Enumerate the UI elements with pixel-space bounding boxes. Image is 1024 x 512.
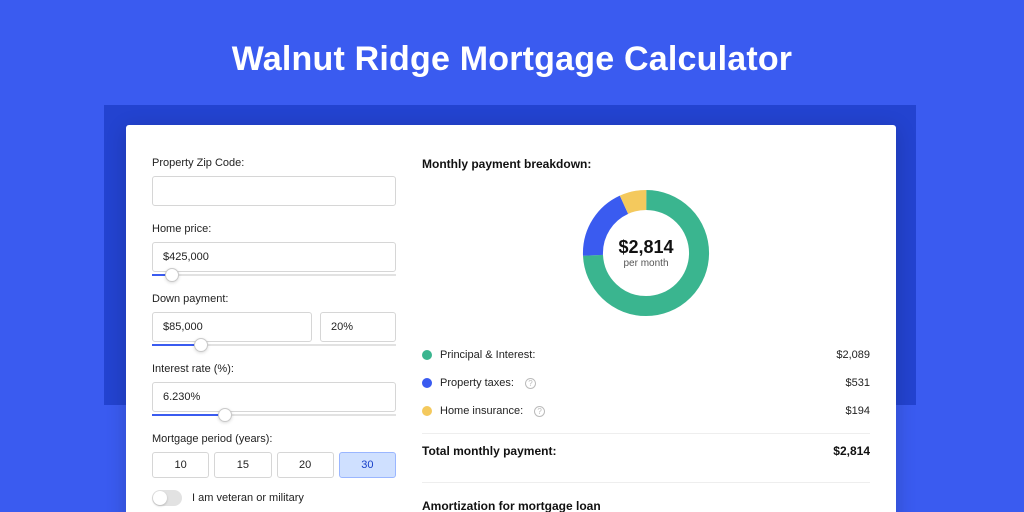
period-btn-10[interactable]: 10	[152, 452, 209, 478]
legend-value: $2,089	[836, 349, 870, 361]
breakdown-heading: Monthly payment breakdown:	[422, 157, 870, 171]
amortization-section: Amortization for mortgage loan Amortizat…	[422, 482, 870, 512]
period-options: 10 15 20 30	[152, 452, 396, 478]
veteran-row: I am veteran or military	[152, 490, 396, 506]
period-field: Mortgage period (years): 10 15 20 30	[152, 433, 396, 478]
legend-label: Principal & Interest:	[440, 349, 535, 361]
toggle-knob	[153, 491, 167, 505]
info-icon[interactable]: ?	[525, 378, 536, 389]
veteran-label: I am veteran or military	[192, 492, 304, 504]
dot-icon	[422, 406, 432, 416]
interest-slider-fill	[152, 414, 225, 416]
interest-slider-thumb[interactable]	[218, 408, 232, 422]
legend-row-principal: Principal & Interest: $2,089	[422, 341, 870, 369]
legend-value: $194	[846, 405, 870, 417]
donut-total-suffix: per month	[618, 258, 673, 269]
home-price-input[interactable]	[152, 242, 396, 272]
zip-input[interactable]	[152, 176, 396, 206]
down-payment-slider[interactable]	[152, 344, 396, 346]
dot-icon	[422, 350, 432, 360]
home-price-slider-thumb[interactable]	[165, 268, 179, 282]
legend-row-insurance: Home insurance: ? $194	[422, 397, 870, 425]
legend-row-taxes: Property taxes: ? $531	[422, 369, 870, 397]
period-btn-15[interactable]: 15	[214, 452, 271, 478]
total-amount: $2,814	[833, 444, 870, 458]
form-column: Property Zip Code: Home price: Down paym…	[152, 157, 396, 512]
calculator-card: Property Zip Code: Home price: Down paym…	[126, 125, 896, 512]
interest-field: Interest rate (%):	[152, 363, 396, 416]
legend-label: Home insurance:	[440, 405, 523, 417]
zip-label: Property Zip Code:	[152, 157, 396, 169]
home-price-label: Home price:	[152, 223, 396, 235]
period-btn-20[interactable]: 20	[277, 452, 334, 478]
down-payment-input[interactable]	[152, 312, 312, 342]
down-payment-label: Down payment:	[152, 293, 396, 305]
home-price-field: Home price:	[152, 223, 396, 276]
down-payment-slider-thumb[interactable]	[194, 338, 208, 352]
interest-label: Interest rate (%):	[152, 363, 396, 375]
down-payment-field: Down payment:	[152, 293, 396, 346]
legend-value: $531	[846, 377, 870, 389]
total-row: Total monthly payment: $2,814	[422, 434, 870, 458]
amortization-heading: Amortization for mortgage loan	[422, 499, 870, 512]
period-btn-30[interactable]: 30	[339, 452, 396, 478]
legend-label: Property taxes:	[440, 377, 514, 389]
breakdown-column: Monthly payment breakdown: $2,814 per mo…	[422, 157, 870, 512]
interest-input[interactable]	[152, 382, 396, 412]
donut-chart: $2,814 per month	[422, 183, 870, 323]
home-price-slider[interactable]	[152, 274, 396, 276]
zip-field: Property Zip Code:	[152, 157, 396, 206]
donut-total-value: $2,814	[618, 237, 673, 258]
page-title: Walnut Ridge Mortgage Calculator	[0, 0, 1024, 79]
info-icon[interactable]: ?	[534, 406, 545, 417]
period-label: Mortgage period (years):	[152, 433, 396, 445]
dot-icon	[422, 378, 432, 388]
total-label: Total monthly payment:	[422, 444, 556, 458]
donut-center: $2,814 per month	[618, 237, 673, 269]
interest-slider[interactable]	[152, 414, 396, 416]
veteran-toggle[interactable]	[152, 490, 182, 506]
down-payment-pct-input[interactable]	[320, 312, 396, 342]
